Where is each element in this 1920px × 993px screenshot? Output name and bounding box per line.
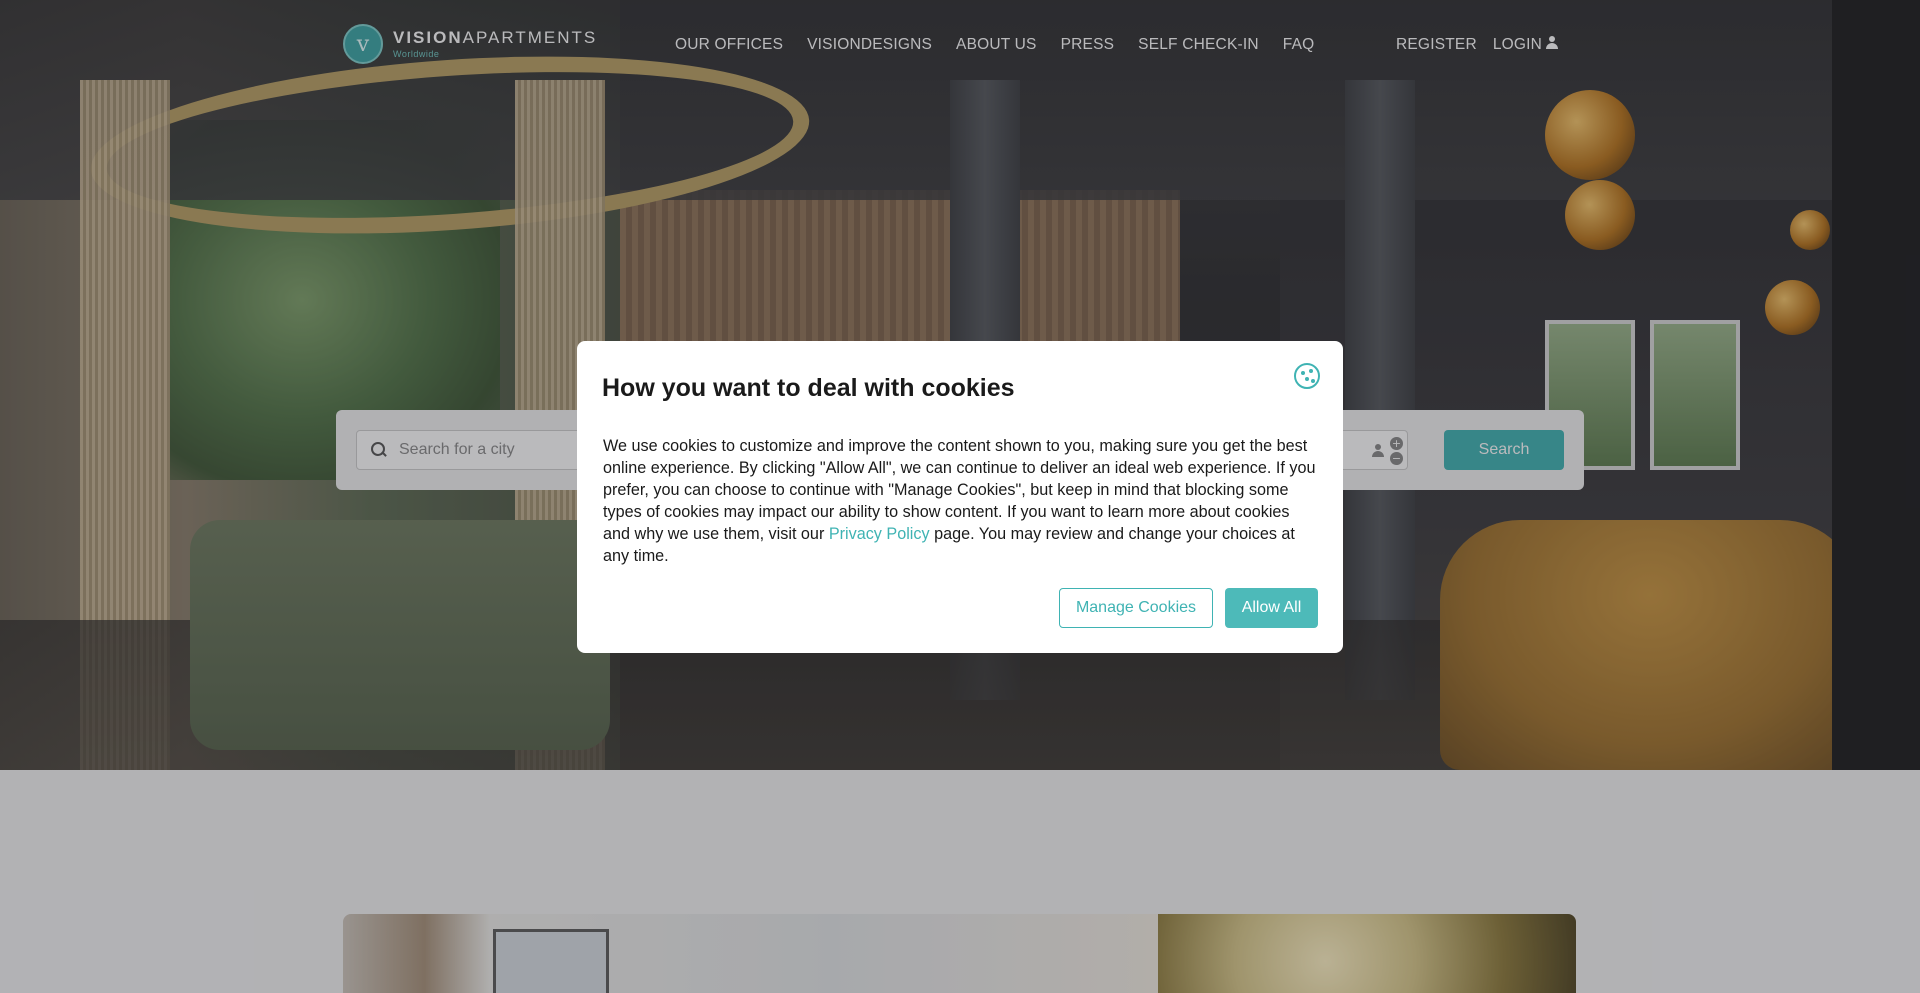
cookie-dialog-text: We use cookies to customize and improve … xyxy=(603,435,1319,567)
allow-all-button[interactable]: Allow All xyxy=(1225,588,1318,628)
cookie-dialog-title: How you want to deal with cookies xyxy=(602,374,1015,402)
cookie-icon xyxy=(1294,363,1320,389)
manage-cookies-button[interactable]: Manage Cookies xyxy=(1059,588,1213,628)
cookie-consent-dialog: How you want to deal with cookies We use… xyxy=(577,341,1343,653)
privacy-policy-link[interactable]: Privacy Policy xyxy=(829,525,930,543)
